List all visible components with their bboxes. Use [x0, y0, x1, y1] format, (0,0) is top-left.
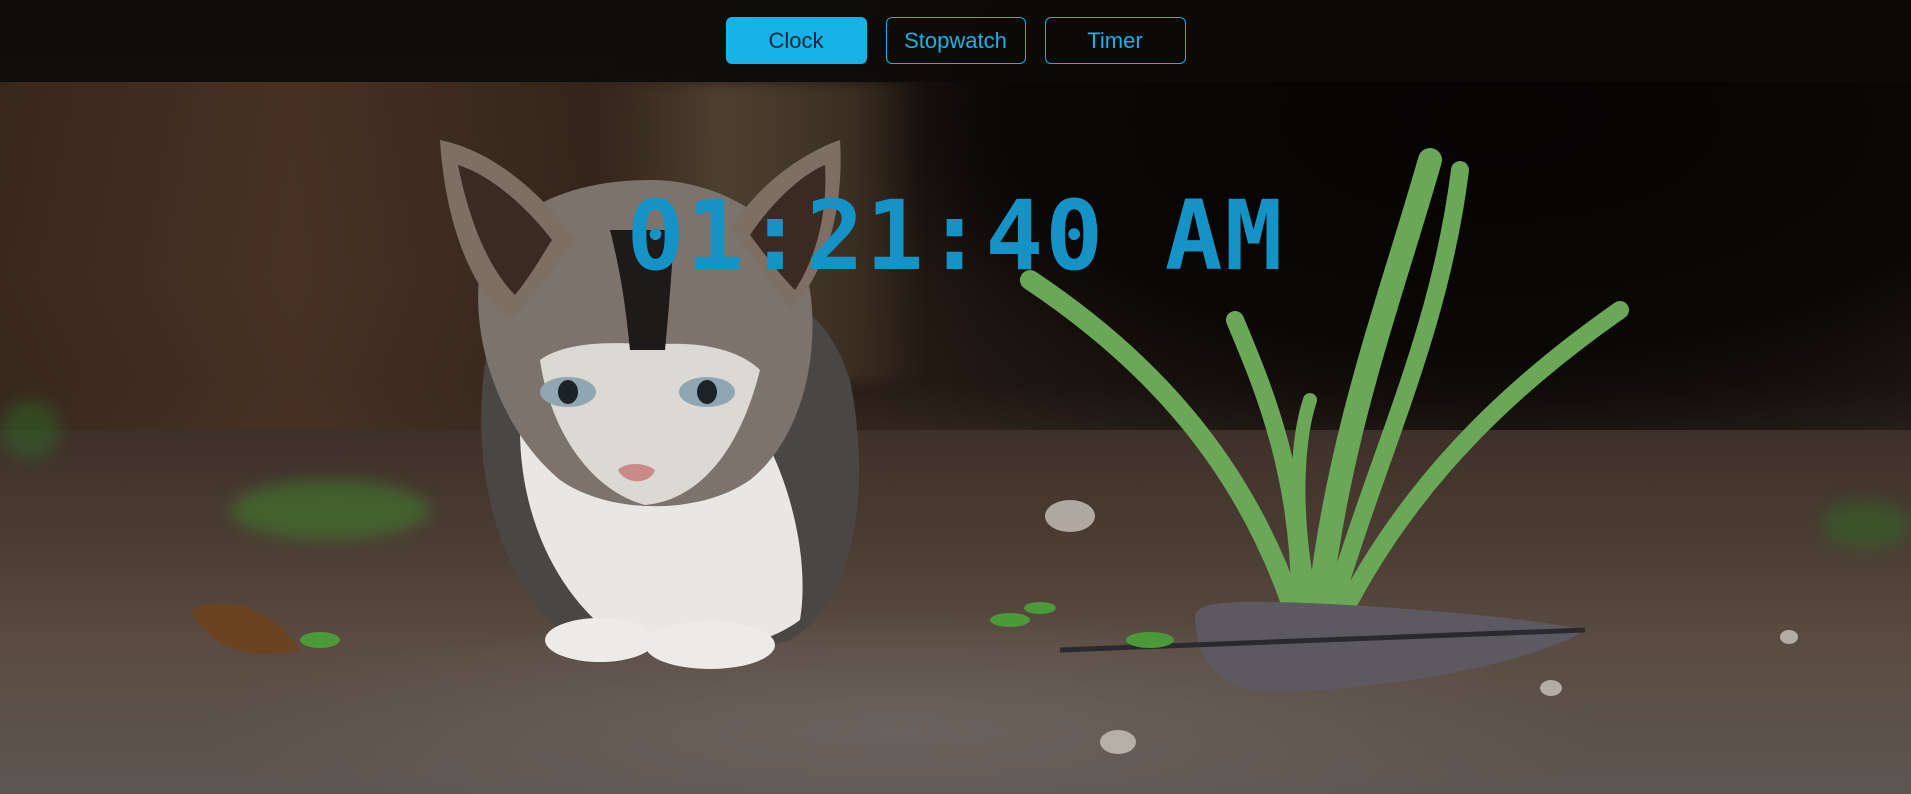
mode-tabs: Clock Stopwatch Timer — [0, 17, 1911, 64]
tab-stopwatch[interactable]: Stopwatch — [885, 17, 1026, 64]
top-nav-bar: Clock Stopwatch Timer — [0, 0, 1911, 82]
kitten-illustration — [190, 140, 1629, 692]
tab-clock[interactable]: Clock — [725, 17, 867, 64]
dry-leaf-illustration — [190, 603, 300, 654]
clock-time-display: 01:21:40 AM — [626, 180, 1285, 292]
background-photo — [0, 0, 1911, 794]
clock-app: Clock Stopwatch Timer 01:21:40 AM — [0, 0, 1911, 794]
tab-timer[interactable]: Timer — [1044, 17, 1186, 64]
